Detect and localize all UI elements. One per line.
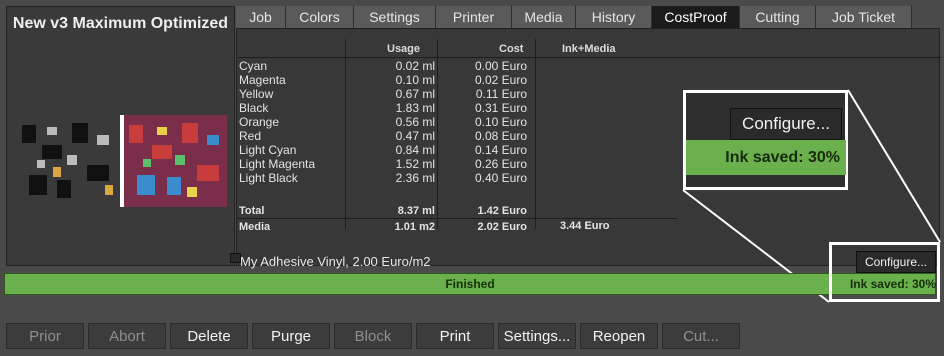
- settings-button[interactable]: Settings...: [498, 323, 576, 349]
- cut-button[interactable]: Cut...: [662, 323, 740, 349]
- prior-button[interactable]: Prior: [6, 323, 84, 349]
- print-button[interactable]: Print: [416, 323, 494, 349]
- reopen-button[interactable]: Reopen: [580, 323, 658, 349]
- delete-button[interactable]: Delete: [170, 323, 248, 349]
- highlight-box: [829, 242, 940, 302]
- abort-button[interactable]: Abort: [88, 323, 166, 349]
- status-label: Finished: [445, 277, 495, 291]
- purge-button[interactable]: Purge: [252, 323, 330, 349]
- configure-button-zoomed[interactable]: Configure...: [730, 108, 842, 140]
- block-button[interactable]: Block: [334, 323, 412, 349]
- ink-saved-zoomed: Ink saved: 30%: [686, 140, 846, 175]
